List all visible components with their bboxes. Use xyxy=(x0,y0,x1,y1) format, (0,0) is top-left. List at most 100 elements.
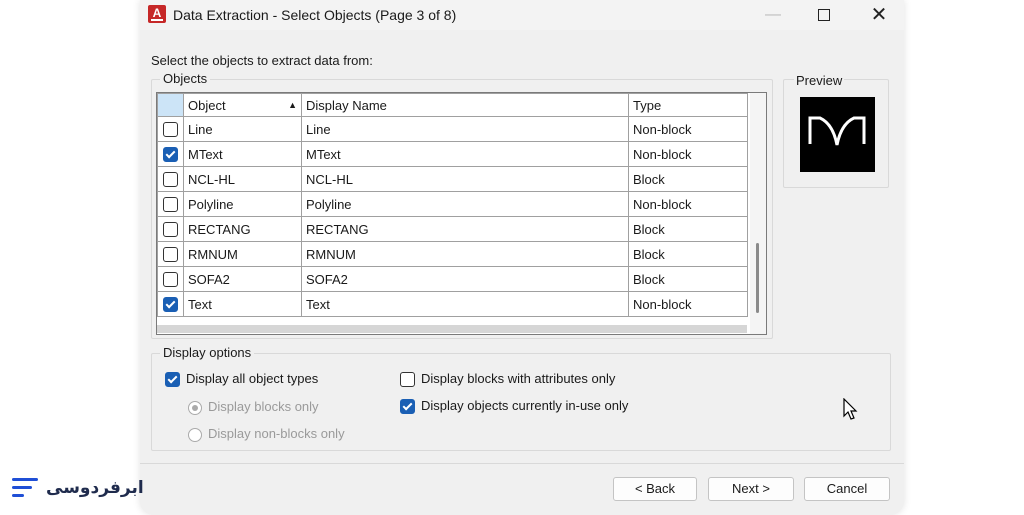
row-checkbox-cell[interactable] xyxy=(157,216,184,242)
display-name-cell[interactable]: Line xyxy=(301,116,629,142)
grid-vertical-scrollbar[interactable] xyxy=(750,93,766,334)
column-header-type-label: Type xyxy=(633,97,662,113)
grid-scroll-thumb[interactable] xyxy=(756,243,759,313)
table-row[interactable]: NCL-HL NCL-HL Block xyxy=(157,166,748,192)
next-button[interactable]: Next > xyxy=(708,477,794,501)
object-cell[interactable]: RECTANG xyxy=(183,216,302,242)
window-title: Data Extraction - Select Objects (Page 3… xyxy=(173,7,457,23)
attributes-only-option[interactable]: Display blocks with attributes only xyxy=(400,371,616,388)
type-cell: Non-block xyxy=(628,116,748,142)
row-checkbox-cell[interactable] xyxy=(157,116,184,142)
display-name-cell[interactable]: RECTANG xyxy=(301,216,629,242)
type-cell: Block xyxy=(628,266,748,292)
back-button[interactable]: < Back xyxy=(613,477,697,501)
maximize-button[interactable] xyxy=(801,0,847,30)
row-checkbox[interactable] xyxy=(163,172,178,188)
mouse-pointer-icon xyxy=(843,398,858,420)
sort-ascending-icon: ▲ xyxy=(288,99,297,110)
in-use-only-option[interactable]: Display objects currently in-use only xyxy=(400,398,629,415)
row-checkbox[interactable] xyxy=(163,197,178,213)
objects-group-label: Objects xyxy=(160,71,211,86)
watermark-text: ابرفردوسی xyxy=(46,478,144,498)
column-header-type[interactable]: Type xyxy=(628,93,748,117)
object-cell[interactable]: Polyline xyxy=(183,191,302,217)
display-all-types-checkbox[interactable] xyxy=(165,372,180,388)
object-cell[interactable]: SOFA2 xyxy=(183,266,302,292)
footer-separator xyxy=(140,463,904,464)
type-cell: Block xyxy=(628,241,748,267)
close-icon: ✕ xyxy=(870,4,888,26)
row-checkbox-cell[interactable] xyxy=(157,291,184,317)
row-checkbox-cell[interactable] xyxy=(157,241,184,267)
minimize-button[interactable]: — xyxy=(750,0,796,30)
display-non-blocks-only-option: Display non-blocks only xyxy=(188,426,345,442)
row-checkbox-cell[interactable] xyxy=(157,266,184,292)
cancel-button[interactable]: Cancel xyxy=(804,477,890,501)
preview-label: Preview xyxy=(794,73,845,88)
table-header-row: Object ▲ Display Name Type xyxy=(157,93,748,117)
logo-bars-icon xyxy=(12,476,38,502)
row-checkbox[interactable] xyxy=(163,297,178,313)
objects-group: Objects Object ▲ Display Name Type Line … xyxy=(151,71,773,339)
display-options-label: Display options xyxy=(160,345,255,360)
table-row[interactable]: SOFA2 SOFA2 Block xyxy=(157,266,748,292)
object-cell[interactable]: MText xyxy=(183,141,302,167)
objects-grid: Object ▲ Display Name Type Line Line Non-b… xyxy=(156,92,767,335)
display-name-cell[interactable]: NCL-HL xyxy=(301,166,629,192)
attributes-only-label: Display blocks with attributes only xyxy=(421,371,616,386)
app-icon-letter: A xyxy=(152,6,162,20)
display-all-types-option[interactable]: Display all object types xyxy=(165,371,319,388)
object-cell[interactable]: RMNUM xyxy=(183,241,302,267)
maximize-icon xyxy=(818,8,830,21)
instruction-text: Select the objects to extract data from: xyxy=(151,53,373,68)
table-row[interactable]: Text Text Non-block xyxy=(157,291,748,317)
row-checkbox-cell[interactable] xyxy=(157,191,184,217)
autocad-app-icon: A xyxy=(148,5,166,23)
column-header-display-name-label: Display Name xyxy=(306,97,387,113)
column-header-display-name[interactable]: Display Name xyxy=(301,93,629,117)
objects-table: Object ▲ Display Name Type Line Line Non-b… xyxy=(157,93,748,317)
display-blocks-only-radio xyxy=(188,400,202,415)
display-name-cell[interactable]: SOFA2 xyxy=(301,266,629,292)
display-blocks-only-label: Display blocks only xyxy=(208,399,319,414)
table-row[interactable]: RMNUM RMNUM Block xyxy=(157,241,748,267)
row-checkbox[interactable] xyxy=(163,222,178,238)
display-name-cell[interactable]: MText xyxy=(301,141,629,167)
type-cell: Block xyxy=(628,166,748,192)
table-row[interactable]: Polyline Polyline Non-block xyxy=(157,191,748,217)
display-blocks-only-option: Display blocks only xyxy=(188,399,319,415)
row-checkbox[interactable] xyxy=(163,247,178,263)
row-checkbox[interactable] xyxy=(163,122,178,138)
close-button[interactable]: ✕ xyxy=(856,0,902,30)
type-cell: Non-block xyxy=(628,291,748,317)
in-use-only-label: Display objects currently in-use only xyxy=(421,398,629,413)
title-bar: A Data Extraction - Select Objects (Page… xyxy=(140,0,904,30)
display-name-cell[interactable]: RMNUM xyxy=(301,241,629,267)
type-cell: Non-block xyxy=(628,141,748,167)
in-use-only-checkbox[interactable] xyxy=(400,399,415,415)
row-checkbox[interactable] xyxy=(163,147,178,163)
table-row[interactable]: RECTANG RECTANG Block xyxy=(157,216,748,242)
display-all-types-label: Display all object types xyxy=(186,371,319,386)
table-row[interactable]: MText MText Non-block xyxy=(157,141,748,167)
type-cell: Non-block xyxy=(628,191,748,217)
display-name-cell[interactable]: Text xyxy=(301,291,629,317)
table-row[interactable]: Line Line Non-block xyxy=(157,116,748,142)
attributes-only-checkbox[interactable] xyxy=(400,372,415,388)
object-cell[interactable]: Text xyxy=(183,291,302,317)
select-all-corner[interactable] xyxy=(157,93,184,117)
type-cell: Block xyxy=(628,216,748,242)
data-extraction-dialog: A Data Extraction - Select Objects (Page… xyxy=(140,0,904,515)
row-checkbox-cell[interactable] xyxy=(157,141,184,167)
object-cell[interactable]: NCL-HL xyxy=(183,166,302,192)
grid-horizontal-scrollbar[interactable] xyxy=(157,325,747,333)
object-cell[interactable]: Line xyxy=(183,116,302,142)
preview-image xyxy=(800,97,875,172)
minimize-icon: — xyxy=(765,6,781,23)
row-checkbox[interactable] xyxy=(163,272,178,288)
mtext-preview-icon xyxy=(808,116,866,146)
display-non-blocks-only-radio xyxy=(188,427,202,442)
row-checkbox-cell[interactable] xyxy=(157,166,184,192)
column-header-object[interactable]: Object ▲ xyxy=(183,93,302,117)
display-name-cell[interactable]: Polyline xyxy=(301,191,629,217)
